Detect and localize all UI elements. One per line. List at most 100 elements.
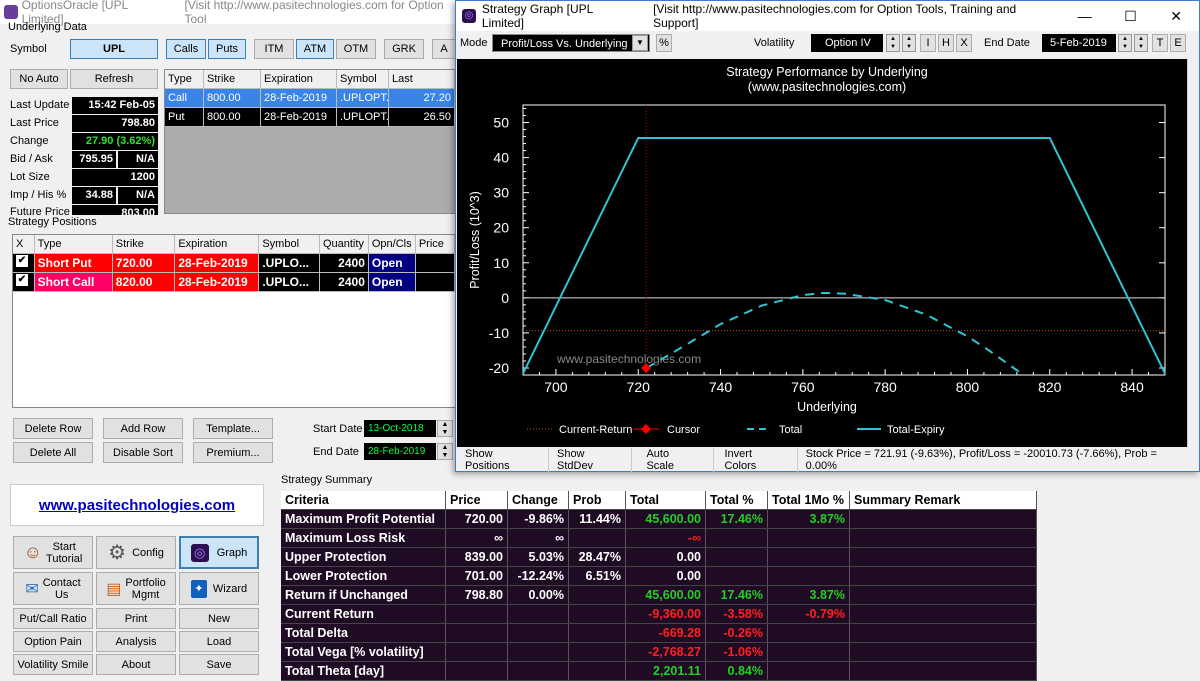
y-tick-label: 40 (493, 150, 509, 166)
show-stddev-toggle[interactable]: Show StdDev (549, 448, 633, 472)
enable-checkbox[interactable]: ✔ (13, 254, 35, 273)
config-button[interactable]: ⚙ Config (96, 536, 176, 569)
position-expiration[interactable]: 28-Feb-2019 (175, 273, 260, 292)
position-quantity[interactable]: 2400 (319, 273, 369, 292)
expiry-button[interactable]: E (1170, 34, 1186, 52)
position-type[interactable]: Short Put (34, 254, 113, 273)
today-button[interactable]: T (1152, 34, 1168, 52)
change-value: 27.90 (3.62%) (72, 133, 158, 150)
percent-button[interactable]: % (656, 34, 672, 52)
enable-checkbox[interactable]: ✔ (13, 273, 35, 292)
chart-svg[interactable]: Strategy Performance by Underlying(www.p… (457, 59, 1198, 447)
strategy-graph-window: ◎ Strategy Graph [UPL Limited] [Visit ht… (455, 0, 1200, 472)
graph-end-date-field[interactable]: 5-Feb-2019 (1042, 34, 1116, 52)
otm-toggle[interactable]: OTM (336, 39, 376, 59)
series-line-total-expiry (522, 137, 1166, 375)
option-pain-button[interactable]: Option Pain (13, 631, 93, 652)
end-date-spinner-b[interactable]: ▲ ▼ (1134, 34, 1148, 52)
summary-col-header: Summary Remark (850, 491, 1037, 509)
delete-all-button[interactable]: Delete All (13, 442, 93, 463)
premium-button[interactable]: Premium... (193, 442, 273, 463)
graph-button[interactable]: ◎ Graph (179, 536, 259, 569)
position-opn-cls[interactable]: Open (368, 254, 416, 273)
a-toggle[interactable]: A (432, 39, 456, 59)
maximize-icon[interactable]: ☐ (1108, 1, 1154, 31)
position-strike[interactable]: 720.00 (112, 254, 176, 273)
table-row[interactable]: Call 800.00 28-Feb-2019 .UPLOPT... 27.20 (165, 89, 455, 108)
save-button[interactable]: Save (179, 654, 259, 675)
invert-colors-toggle[interactable]: Invert Colors (714, 448, 798, 472)
template-button[interactable]: Template... (193, 418, 273, 439)
disable-sort-button[interactable]: Disable Sort (103, 442, 183, 463)
historical-button[interactable]: H (938, 34, 954, 52)
wizard-button[interactable]: ✦ Wizard (179, 572, 259, 605)
summary-cell: Maximum Loss Risk (281, 529, 446, 547)
position-type[interactable]: Short Call (34, 273, 113, 292)
summary-cell: Maximum Profit Potential (281, 510, 446, 528)
contact-us-button[interactable]: ✉ Contact Us (13, 572, 93, 605)
summary-cell (569, 624, 626, 642)
put-call-ratio-button[interactable]: Put/Call Ratio (13, 608, 93, 629)
refresh-button[interactable]: Refresh (70, 69, 158, 89)
show-positions-toggle[interactable]: Show Positions (457, 448, 549, 472)
no-auto-button[interactable]: No Auto (10, 69, 68, 89)
position-price[interactable] (415, 273, 455, 292)
itm-toggle[interactable]: ITM (254, 39, 294, 59)
mode-select[interactable]: Profit/Loss Vs. Underlying (492, 34, 650, 52)
end-date-spinner[interactable]: ▲ ▼ (437, 443, 453, 460)
chart-scrollbar[interactable] (1187, 59, 1198, 447)
position-price[interactable] (415, 254, 455, 273)
close-icon[interactable]: ✕ (1153, 1, 1199, 31)
position-row[interactable]: ✔ Short Call 820.00 28-Feb-2019 .UPLO...… (13, 273, 455, 292)
x-tick-label: 760 (791, 379, 815, 395)
position-strike[interactable]: 820.00 (112, 273, 176, 292)
position-opn-cls[interactable]: Open (368, 273, 416, 292)
position-expiration[interactable]: 28-Feb-2019 (175, 254, 260, 273)
about-button[interactable]: About (96, 654, 176, 675)
start-date-spinner[interactable]: ▲ ▼ (437, 420, 453, 437)
start-date-field[interactable]: 13-Oct-2018 (364, 420, 436, 437)
load-button[interactable]: Load (179, 631, 259, 652)
app-icon (4, 5, 18, 19)
calls-toggle[interactable]: Calls (166, 39, 206, 59)
print-button[interactable]: Print (96, 608, 176, 629)
volatility-spinner-a[interactable]: ▲ ▼ (886, 34, 900, 52)
auto-scale-toggle[interactable]: Auto Scale (632, 448, 715, 472)
summary-cell: Current Return (281, 605, 446, 623)
end-date-field[interactable]: 28-Feb-2019 (364, 443, 436, 460)
analysis-button[interactable]: Analysis (96, 631, 176, 652)
greeks-toggle[interactable]: GRK (384, 39, 424, 59)
volatility-spinner-b[interactable]: ▲ ▼ (902, 34, 916, 52)
strategy-chart[interactable]: Strategy Performance by Underlying (www.p… (457, 59, 1198, 447)
position-symbol[interactable]: .UPLO... (259, 273, 320, 292)
chevron-down-icon[interactable]: ▼ (632, 35, 648, 51)
minimize-icon[interactable]: — (1062, 1, 1108, 31)
position-quantity[interactable]: 2400 (319, 254, 369, 273)
future-price-label: Future Price (10, 206, 70, 215)
volatility-smile-button[interactable]: Volatility Smile (13, 654, 93, 675)
summary-cell: 11.44% (569, 510, 626, 528)
start-tutorial-button[interactable]: ☺ Start Tutorial (13, 536, 93, 569)
new-button[interactable]: New (179, 608, 259, 629)
end-date-spinner-a[interactable]: ▲ ▼ (1118, 34, 1132, 52)
puts-toggle[interactable]: Puts (208, 39, 246, 59)
website-banner[interactable]: www.pasitechnologies.com (10, 484, 264, 526)
summary-cell (706, 567, 768, 585)
delete-row-button[interactable]: Delete Row (13, 418, 93, 439)
position-symbol[interactable]: .UPLO... (259, 254, 320, 273)
position-row[interactable]: ✔ Short Put 720.00 28-Feb-2019 .UPLO... … (13, 254, 455, 273)
future-price-row: Future Price 803.00 (0, 205, 160, 215)
col-type: Type (165, 70, 204, 89)
summary-cell (446, 662, 508, 680)
table-cell: 800.00 (204, 108, 261, 127)
add-row-button[interactable]: Add Row (103, 418, 183, 439)
volatility-select[interactable]: Option IV (811, 34, 883, 52)
symbol-input[interactable]: UPL (70, 39, 158, 59)
implied-button[interactable]: I (920, 34, 936, 52)
atm-toggle[interactable]: ATM (296, 39, 334, 59)
legend-label: Total-Expiry (887, 424, 945, 436)
portfolio-mgmt-button[interactable]: ▤ Portfolio Mgmt (96, 572, 176, 605)
website-link[interactable]: www.pasitechnologies.com (39, 497, 235, 514)
x-button[interactable]: X (956, 34, 972, 52)
table-row[interactable]: Put 800.00 28-Feb-2019 .UPLOPT... 26.50 (165, 108, 455, 127)
